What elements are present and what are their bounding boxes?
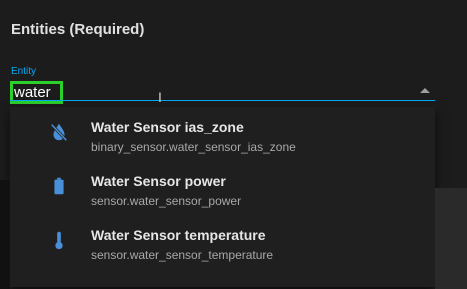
text-cursor-icon: I (158, 89, 162, 105)
entity-options-list: Water Sensor ias_zone binary_sensor.wate… (10, 107, 435, 287)
option-entity-id: sensor.water_sensor_temperature (91, 248, 274, 262)
field-underline (10, 100, 435, 101)
option-name: Water Sensor temperature (91, 227, 266, 243)
entity-field-label: Entity (11, 66, 37, 77)
option-entity-id: sensor.water_sensor_power (91, 194, 242, 208)
option-name: Water Sensor power (91, 173, 226, 189)
option-water-sensor-ias-zone[interactable]: Water Sensor ias_zone binary_sensor.wate… (10, 108, 435, 162)
thermometer-icon (55, 231, 63, 250)
background-card-edge (435, 188, 467, 289)
battery-icon (54, 177, 64, 195)
option-water-sensor-temperature[interactable]: Water Sensor temperature sensor.water_se… (10, 216, 435, 270)
background-card-edge (0, 180, 10, 289)
entities-editor-panel: Entities (Required) Entity I Water Senso… (0, 0, 467, 289)
option-name: Water Sensor ias_zone (91, 119, 244, 135)
entity-picker[interactable]: Entity (10, 66, 435, 104)
option-water-sensor-power[interactable]: Water Sensor power sensor.water_sensor_p… (10, 162, 435, 216)
section-title: Entities (Required) (11, 21, 145, 38)
water-off-icon (50, 123, 68, 142)
dropdown-arrow-icon[interactable] (420, 88, 430, 93)
option-entity-id: binary_sensor.water_sensor_ias_zone (91, 140, 296, 154)
